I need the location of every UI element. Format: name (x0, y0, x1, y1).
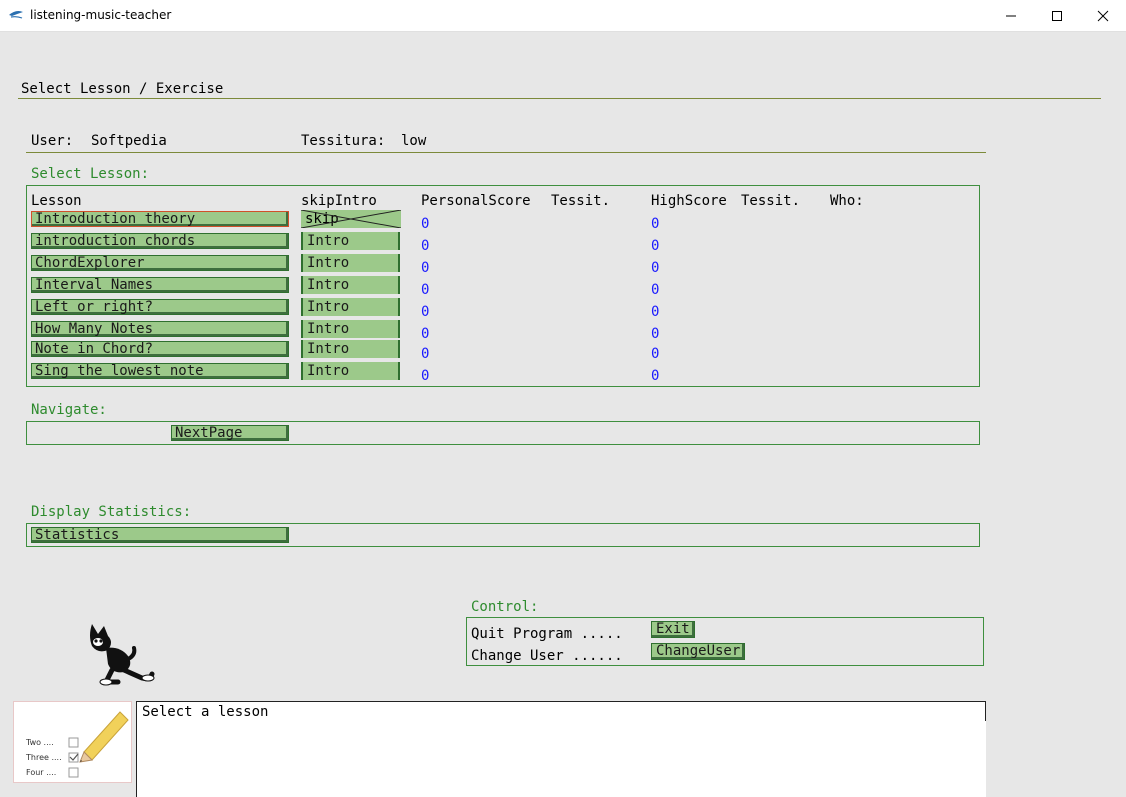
user-label: User: (31, 133, 74, 149)
intro-button-chordexplorer[interactable]: Intro (301, 254, 400, 272)
intro-button-left-or-right[interactable]: Intro (301, 298, 400, 316)
lesson-button-left-or-right[interactable]: Left or right? (31, 299, 289, 315)
lesson-button-note-in-chord[interactable]: Note in Chord? (31, 341, 289, 357)
select-lesson-label: Select Lesson: (31, 166, 150, 182)
personal-score-note-in-chord: 0 (421, 346, 430, 362)
tessitura-label: Tessitura: (301, 133, 386, 149)
close-button[interactable] (1080, 0, 1126, 31)
high-score-chordexplorer: 0 (651, 260, 660, 276)
high-score-note-in-chord: 0 (651, 346, 660, 362)
high-score-interval-names: 0 (651, 282, 660, 298)
checklist-item-three: Three .... (26, 753, 62, 762)
statistics-button[interactable]: Statistics (31, 527, 289, 543)
high-score-introduction-chords: 0 (651, 238, 660, 254)
col-tessit-high: Tessit. (741, 193, 801, 209)
personal-score-sing-the-lowest-note: 0 (421, 368, 430, 384)
lesson-button-sing-the-lowest-note[interactable]: Sing the lowest note (31, 363, 289, 379)
pencil-icon (79, 711, 129, 763)
intro-button-introduction-chords[interactable]: Intro (301, 232, 400, 250)
high-score-how-many-notes: 0 (651, 326, 660, 342)
change-user-label: Change User ...... (471, 648, 623, 664)
col-skip-intro: skipIntro (301, 193, 377, 209)
checklist-item-two: Two .... (26, 738, 54, 747)
close-icon (1097, 10, 1109, 21)
intro-button-sing-the-lowest-note[interactable]: Intro (301, 362, 400, 380)
col-high-score: HighScore (651, 193, 727, 209)
checklist-item-four: Four .... (26, 768, 57, 777)
maximize-button[interactable] (1034, 0, 1080, 31)
lesson-button-interval-names[interactable]: Interval Names (31, 277, 289, 293)
next-page-button[interactable]: NextPage (171, 425, 289, 441)
personal-score-left-or-right: 0 (421, 304, 430, 320)
intro-button-note-in-chord[interactable]: Intro (301, 340, 400, 358)
col-tessit-personal: Tessit. (551, 193, 611, 209)
personal-score-introduction-chords: 0 (421, 238, 430, 254)
quit-program-label: Quit Program ..... (471, 626, 623, 642)
personal-score-how-many-notes: 0 (421, 326, 430, 342)
minimize-icon (1006, 15, 1016, 16)
maximize-icon (1052, 10, 1062, 21)
lesson-button-introduction-theory[interactable]: Introduction theory (31, 211, 289, 227)
change-user-button[interactable]: ChangeUser (651, 643, 746, 660)
navigate-panel (26, 421, 980, 445)
personal-score-introduction-theory: 0 (421, 216, 430, 232)
user-divider (26, 152, 986, 153)
window-title: listening-music-teacher (30, 8, 172, 22)
lesson-button-introduction-chords[interactable]: introduction chords (31, 233, 289, 249)
tessitura-value: low (401, 133, 427, 149)
lesson-button-how-many-notes[interactable]: How Many Notes (31, 321, 289, 337)
cat-mascot-icon (90, 624, 155, 686)
high-score-left-or-right: 0 (651, 304, 660, 320)
high-score-sing-the-lowest-note: 0 (651, 368, 660, 384)
navigate-label: Navigate: (31, 402, 107, 418)
status-bar: Select a lesson (136, 701, 986, 722)
exit-button[interactable]: Exit (651, 621, 695, 638)
minimize-button[interactable] (988, 0, 1034, 31)
col-who: Who: (830, 193, 864, 209)
lesson-button-chordexplorer[interactable]: ChordExplorer (31, 255, 289, 271)
checkbox-icons (68, 737, 79, 778)
status-detail-area (136, 721, 986, 797)
page-heading: Select Lesson / Exercise (21, 81, 224, 97)
col-personal-score: PersonalScore (421, 193, 531, 209)
title-bar: listening-music-teacher (0, 0, 1126, 32)
statistics-label: Display Statistics: (31, 504, 192, 520)
personal-score-interval-names: 0 (421, 282, 430, 298)
personal-score-chordexplorer: 0 (421, 260, 430, 276)
col-lesson: Lesson (31, 193, 82, 209)
high-score-introduction-theory: 0 (651, 216, 660, 232)
status-message: Select a lesson (142, 704, 269, 720)
control-label: Control: (471, 599, 539, 615)
user-name: Softpedia (91, 133, 167, 149)
intro-button-interval-names[interactable]: Intro (301, 276, 400, 294)
intro-button-how-many-notes[interactable]: Intro (301, 320, 400, 338)
skip-cross-icon (301, 210, 401, 228)
checklist-image: Two .... Three .... Four .... (13, 701, 132, 783)
app-icon (9, 11, 23, 19)
heading-divider (18, 98, 1101, 99)
skip-intro-toggle-introduction-theory[interactable]: skip (301, 210, 401, 228)
